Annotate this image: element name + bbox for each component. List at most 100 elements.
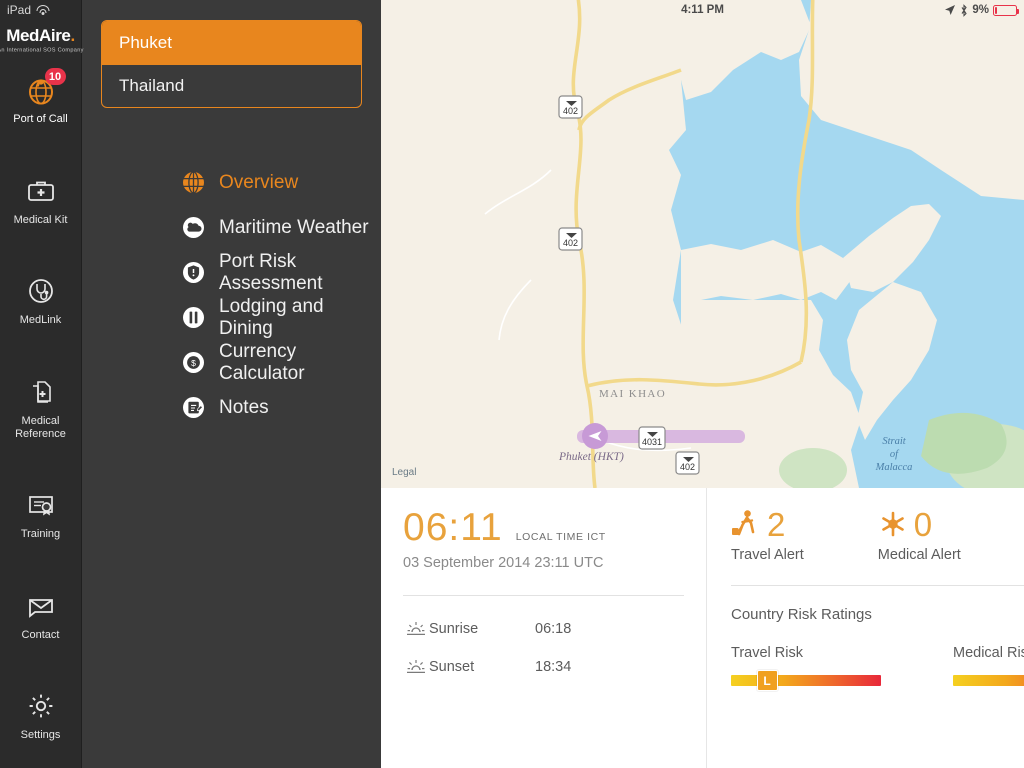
ipad-status-left: iPad	[0, 0, 81, 20]
globe-icon	[181, 170, 206, 195]
port-of-call-badge: 10	[44, 68, 66, 85]
dollar-coin-icon: $	[181, 350, 206, 375]
brand-name: MedAire.	[6, 26, 75, 45]
envelope-icon	[23, 588, 59, 624]
cloud-icon	[181, 215, 206, 240]
sidebar-label-medical-reference: Medical Reference	[15, 414, 66, 440]
medical-kit-icon	[23, 173, 59, 209]
travel-alert-top: 2	[731, 506, 804, 544]
local-time-panel: 06:11 LOCAL TIME ICT 03 September 2014 2…	[381, 488, 706, 768]
menu-item-overview[interactable]: Overview	[82, 160, 381, 205]
menu-item-currency-calculator[interactable]: $ Currency Calculator	[82, 340, 381, 385]
medical-alert-top: 0	[878, 506, 961, 544]
svg-text:402: 402	[563, 238, 578, 248]
sidebar-label-medical-kit: Medical Kit	[13, 213, 68, 226]
svg-text:Malacca: Malacca	[875, 462, 913, 473]
svg-text:MAI KHAO: MAI KHAO	[599, 388, 666, 400]
status-bar: 4:11 PM 9%	[381, 0, 1024, 20]
segment-option-thailand[interactable]: Thailand	[102, 64, 361, 107]
map-legal-link[interactable]: Legal	[392, 467, 416, 478]
menu-label-notes: Notes	[219, 396, 269, 418]
star-of-life-icon	[881, 511, 904, 536]
country-risk-ratings-title: Country Risk Ratings	[731, 606, 872, 623]
sunset-label: Sunset	[429, 659, 475, 675]
medlink-stethoscope-icon	[23, 273, 59, 309]
sun-times: Sunrise 06:18 Sunset 18:34	[403, 610, 706, 686]
menu-item-lodging-and-dining[interactable]: Lodging and Dining	[82, 295, 381, 340]
panel-divider-left	[403, 595, 684, 596]
left-icon-rail: iPad MedAire. An International SOS Compa…	[0, 0, 83, 768]
menu-panel: Phuket Thailand Overview Maritime Weathe…	[82, 0, 381, 768]
menu-item-notes[interactable]: Notes	[82, 385, 381, 430]
medical-alert-label: Medical Alert	[877, 547, 961, 563]
sunset-value: 18:34	[535, 659, 572, 675]
travel-risk: Travel Risk L	[731, 645, 881, 691]
local-time-value: 06:11	[403, 506, 503, 549]
gear-icon	[23, 688, 59, 724]
sidebar-label-medlink: MedLink	[19, 314, 62, 327]
menu-item-maritime-weather[interactable]: Maritime Weather	[82, 205, 381, 250]
menu-label-maritime-weather: Maritime Weather	[219, 216, 369, 238]
local-time-label: LOCAL TIME ICT	[515, 531, 606, 543]
sidebar-label-training: Training	[20, 528, 61, 541]
svg-text:402: 402	[563, 106, 578, 116]
travel-alert[interactable]: 2 Travel Alert	[731, 506, 804, 563]
notes-pencil-icon	[181, 395, 206, 420]
sidebar-label-port-of-call: Port of Call	[13, 113, 68, 125]
map-canvas: Strait of Malacca MAI KHAO Phuket (HKT) …	[381, 0, 1024, 488]
location-segmented-control: Phuket Thailand	[101, 20, 362, 108]
menu-label-lodging-and-dining: Lodging and Dining	[219, 295, 324, 339]
sidebar-item-medlink[interactable]: MedLink	[0, 269, 82, 331]
sunrise-icon	[403, 621, 429, 637]
svg-text:402: 402	[680, 462, 695, 472]
bed-icon	[181, 305, 206, 330]
status-bar-time: 4:11 PM	[681, 4, 724, 16]
segment-option-phuket[interactable]: Phuket	[102, 21, 361, 64]
sidebar-item-port-of-call[interactable]: 10 Port of Call	[0, 68, 82, 130]
travel-alert-count: 2	[767, 506, 786, 543]
certificate-icon	[23, 487, 59, 523]
medaire-logo: MedAire. An International SOS Company	[0, 20, 83, 62]
sunset-row: Sunset 18:34	[403, 648, 706, 686]
utc-datetime: 03 September 2014 23:11 UTC	[403, 555, 604, 571]
battery-percent: 9%	[972, 4, 989, 16]
menu-item-port-risk-assessment[interactable]: Port Risk Assessment	[82, 250, 381, 295]
travel-risk-marker: L	[756, 670, 778, 691]
medical-alert-count: 0	[913, 506, 933, 543]
sunrise-row: Sunrise 06:18	[403, 610, 706, 648]
menu-label-overview: Overview	[219, 171, 299, 193]
menu-label-currency-calculator: Currency Calculator	[219, 340, 305, 384]
map-view[interactable]: Strait of Malacca MAI KHAO Phuket (HKT) …	[381, 0, 1024, 488]
sidebar-label-settings: Settings	[20, 729, 61, 742]
sunrise-label: Sunrise	[429, 621, 479, 637]
shield-icon	[181, 260, 206, 285]
alert-counters: 2 Travel Alert 0 Medical Alert	[731, 506, 1024, 563]
travel-alert-label: Travel Alert	[731, 547, 804, 563]
panel-divider-right	[731, 585, 1024, 586]
travel-risk-bar: L	[731, 670, 881, 691]
app-root: iPad MedAire. An International SOS Compa…	[0, 0, 1024, 768]
svg-text:Phuket (HKT): Phuket (HKT)	[558, 451, 624, 463]
svg-text:4031: 4031	[642, 437, 662, 447]
medical-documents-icon	[23, 374, 59, 410]
sidebar-item-contact[interactable]: Contact	[0, 584, 82, 646]
alerts-panel: 2 Travel Alert 0 Medical Alert Country R…	[706, 488, 1024, 768]
medical-risk-bar: M	[953, 675, 1024, 686]
bluetooth-icon	[961, 3, 968, 17]
sunrise-value: 06:18	[535, 621, 572, 637]
sidebar-item-training[interactable]: Training	[0, 483, 82, 545]
clock-row: 06:11 LOCAL TIME ICT	[403, 506, 706, 550]
globe-grid-icon: 10	[23, 68, 66, 108]
menu-label-port-risk-assessment: Port Risk Assessment	[219, 250, 323, 294]
risk-ratings: Travel Risk L Medical Risk M	[731, 645, 1024, 691]
menu-list: Overview Maritime Weather Port Risk Asse…	[82, 160, 381, 430]
sidebar-item-settings[interactable]: Settings	[0, 684, 82, 746]
content-area: Strait of Malacca MAI KHAO Phuket (HKT) …	[381, 0, 1024, 768]
medical-alert[interactable]: 0 Medical Alert	[878, 506, 961, 563]
brand-tagline: An International SOS Company	[0, 46, 84, 54]
travel-risk-label: Travel Risk	[731, 645, 803, 661]
sidebar-item-medical-reference[interactable]: Medical Reference	[0, 370, 82, 444]
sidebar-item-medical-kit[interactable]: Medical Kit	[0, 169, 82, 231]
location-arrow-icon	[945, 5, 956, 15]
battery-low-icon	[993, 4, 1019, 16]
